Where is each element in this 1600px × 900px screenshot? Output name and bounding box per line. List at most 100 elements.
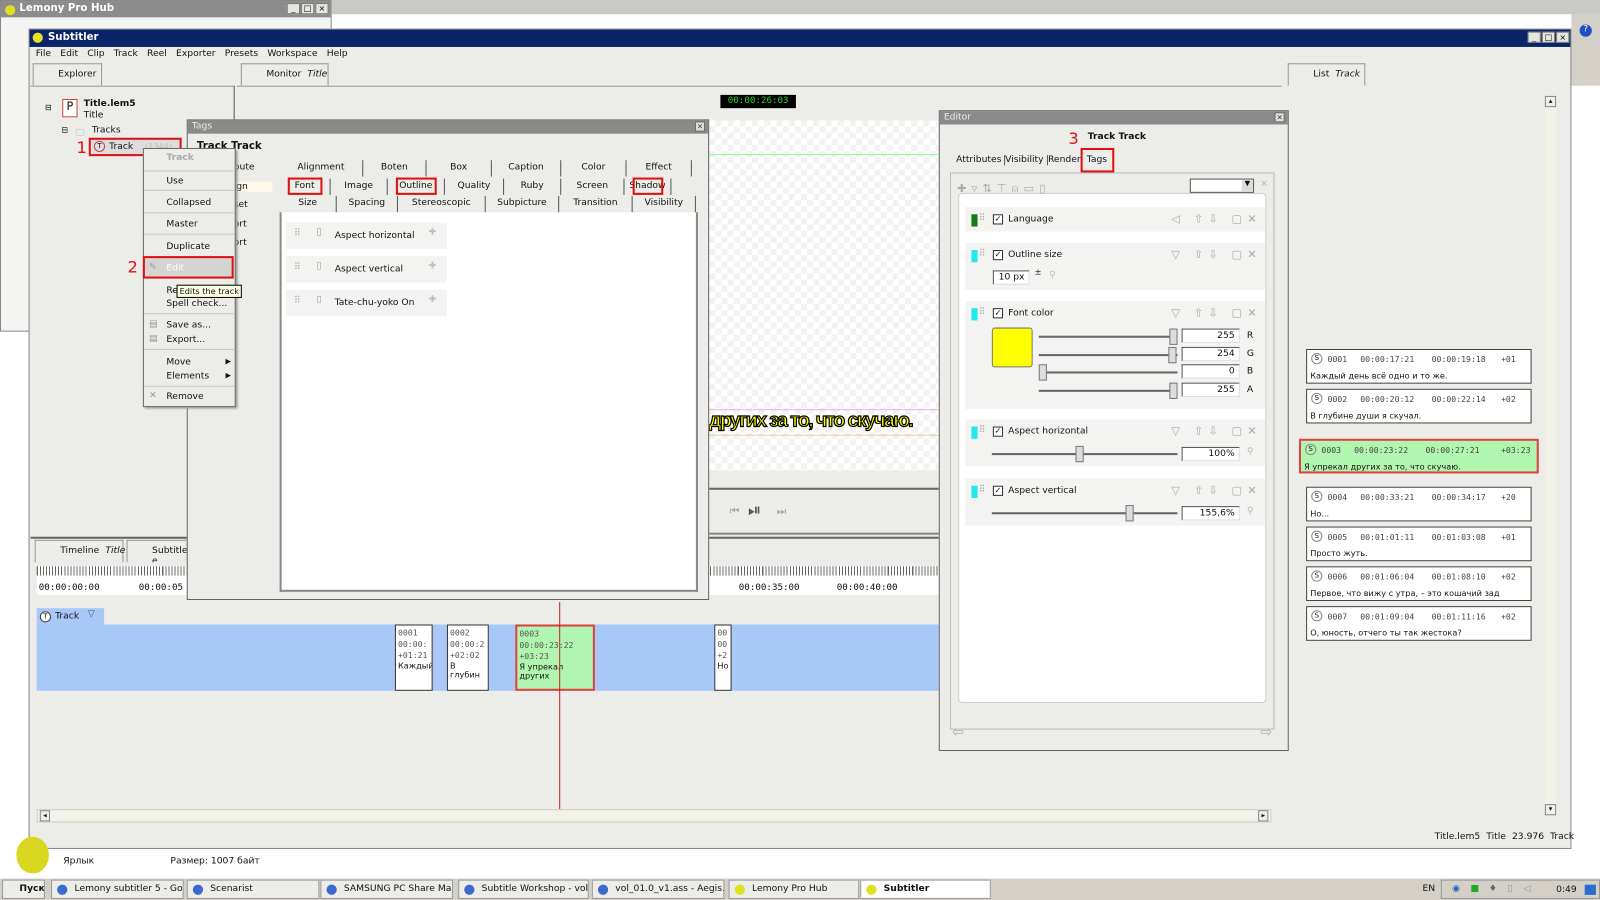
drag-handle-icon[interactable]: ⠿: [979, 307, 986, 317]
expand-icon[interactable]: ▽: [1171, 248, 1185, 261]
color-slider-b[interactable]: [1038, 364, 1178, 381]
tab-visibility[interactable]: Visibility: [1005, 155, 1048, 166]
vertical-scrollbar[interactable]: ▴ ▾: [1544, 95, 1557, 816]
timeline-clip[interactable]: 0001 00:00: +01:21 Каждый: [394, 624, 433, 691]
drag-handle-icon[interactable]: ⠿: [979, 213, 986, 223]
move-up-icon[interactable]: ⇧: [1194, 306, 1209, 319]
play-pause-icon[interactable]: ⏯: [748, 500, 761, 520]
stepper-icon[interactable]: ±: [1035, 267, 1042, 276]
close-button[interactable]: ×: [694, 121, 706, 132]
left-list-item[interactable]: set: [234, 200, 248, 210]
chevron-down-icon[interactable]: ▼: [1241, 179, 1254, 192]
minimize-button[interactable]: _: [1527, 31, 1541, 43]
menu-item-remove[interactable]: ✕ Remove: [144, 389, 234, 406]
menu-presets[interactable]: Presets: [225, 49, 258, 59]
move-up-icon[interactable]: ⇧: [1194, 212, 1209, 225]
taskbar-button[interactable]: SAMSUNG PC Share Man...: [320, 879, 454, 899]
tag-tab[interactable]: Screen: [561, 178, 625, 195]
subtitle-list-item[interactable]: S 0004 00:00:33:21 00:00:34:17 +20 Но...: [1306, 486, 1532, 522]
aspect-slider[interactable]: [991, 505, 1178, 522]
taskbar-button[interactable]: vol_01.0_v1.ass - Aegis...: [591, 879, 725, 899]
subtitle-list-item[interactable]: S 0006 00:01:06:04 00:01:08:10 +02 Перво…: [1306, 566, 1532, 602]
collapse-icon[interactable]: ⊟: [61, 126, 68, 135]
close-button[interactable]: ×: [1556, 31, 1570, 43]
subtitle-list-item[interactable]: S 0001 00:00:17:21 00:00:19:18 +01 Кажды…: [1306, 348, 1532, 384]
next-arrow-icon[interactable]: ⇨: [1260, 724, 1272, 740]
add-icon[interactable]: ✚: [429, 295, 437, 305]
previous-arrow-icon[interactable]: ⇦: [952, 724, 964, 740]
scroll-up-button[interactable]: ▴: [1544, 95, 1557, 108]
menu-item-spell-check[interactable]: Spell check...: [143, 297, 234, 315]
menu-item-export[interactable]: ▤ Export...: [143, 333, 234, 350]
move-down-icon[interactable]: ⇩: [1208, 212, 1223, 225]
color-slider-r[interactable]: [1038, 328, 1178, 345]
tag-enabled-checkbox[interactable]: ✓: [992, 426, 1004, 437]
tag-tab[interactable]: Transition: [559, 195, 633, 213]
tag-tab[interactable]: Ruby: [504, 178, 562, 195]
tag-tab[interactable]: Color: [561, 160, 627, 177]
copy-icon[interactable]: ▢: [1232, 212, 1248, 225]
drag-handle-icon[interactable]: ⠿: [979, 426, 986, 436]
tab-explorer[interactable]: Explorer: [32, 63, 103, 86]
tab-attributes[interactable]: Attributes: [956, 155, 1006, 166]
taskbar-button[interactable]: Scenarist: [186, 879, 320, 899]
video-preview[interactable]: других за то, что скучаю.: [709, 120, 939, 471]
user-icon[interactable]: ⍝: [1012, 182, 1024, 195]
tag-filter-dropdown[interactable]: ▼: [1189, 178, 1255, 193]
subtitle-list-item[interactable]: S 0005 00:01:01:11 00:01:03:08 +01 Прост…: [1306, 526, 1532, 562]
collapse-left-icon[interactable]: ◁: [1171, 212, 1185, 225]
tag-tab[interactable]: Stereoscopic: [398, 195, 486, 213]
maximize-button[interactable]: □: [1541, 31, 1556, 43]
project-name[interactable]: Title.lem5: [84, 99, 136, 109]
left-list-item[interactable]: ign: [233, 181, 273, 192]
minimize-button[interactable]: _: [286, 3, 300, 15]
menu-reel[interactable]: Reel: [147, 49, 167, 59]
expand-icon[interactable]: ▽: [1171, 484, 1185, 497]
slider-thumb[interactable]: [1038, 364, 1047, 381]
aspect-value-input[interactable]: 155,6%: [1181, 506, 1240, 521]
timeline-clip[interactable]: 00 00 +2 Но: [714, 624, 732, 691]
menu-item-elements[interactable]: Elements ▶: [143, 369, 234, 387]
clear-icon[interactable]: ✕: [1260, 180, 1268, 190]
copy-icon[interactable]: ▢: [1232, 484, 1248, 497]
close-button[interactable]: ×: [315, 3, 329, 15]
left-list-item[interactable]: bute: [234, 162, 255, 172]
delete-icon[interactable]: ▿: [972, 182, 983, 195]
usb-icon[interactable]: ♦: [1489, 884, 1497, 894]
page-icon[interactable]: ▯: [1039, 182, 1050, 195]
tag-enabled-checkbox[interactable]: ✓: [992, 249, 1004, 261]
move-up-icon[interactable]: ⇧: [1194, 248, 1209, 261]
add-icon[interactable]: ✚: [429, 261, 437, 271]
collapse-icon[interactable]: ⊟: [45, 103, 52, 112]
remove-icon[interactable]: ✕: [1247, 212, 1262, 225]
tag-item[interactable]: ⠿ ▯ Aspect vertical ✚: [285, 256, 447, 283]
slider-thumb[interactable]: [1169, 382, 1178, 399]
track-header[interactable]: T Track ▽: [36, 608, 105, 626]
menu-file[interactable]: File: [36, 49, 51, 59]
drag-handle-icon[interactable]: ⠿: [294, 229, 301, 239]
drag-handle-icon[interactable]: ⠿: [294, 262, 301, 272]
move-up-icon[interactable]: ⇧: [1194, 484, 1209, 497]
skip-forward-icon[interactable]: ⏭: [777, 504, 787, 518]
slider-thumb[interactable]: [1124, 505, 1134, 522]
tag-tab[interactable]: Boten: [363, 160, 427, 177]
tag-tab[interactable]: Spacing: [337, 195, 398, 213]
tag-tab[interactable]: Box: [427, 160, 492, 177]
taskbar-button[interactable]: Lemony Pro Hub: [728, 879, 860, 899]
move-down-icon[interactable]: ⇩: [1208, 248, 1223, 261]
add-icon[interactable]: ✚: [957, 182, 972, 195]
link-icon[interactable]: ⚲: [1247, 506, 1254, 516]
remove-icon[interactable]: ✕: [1247, 484, 1262, 497]
taskbar-button[interactable]: Lemony subtitler 5 - Goo...: [51, 879, 184, 899]
remove-icon[interactable]: ✕: [1247, 248, 1262, 261]
taskbar-button[interactable]: Subtitle Workshop - vol_...: [458, 879, 589, 899]
add-icon[interactable]: ✚: [429, 228, 437, 238]
tag-enabled-checkbox[interactable]: ✓: [992, 485, 1004, 496]
color-value-b[interactable]: 0: [1181, 364, 1240, 379]
start-button[interactable]: Пуск: [2, 879, 45, 899]
move-up-icon[interactable]: ⇧: [1194, 424, 1209, 437]
tag-enabled-checkbox[interactable]: ✓: [992, 308, 1004, 319]
slider-thumb[interactable]: [1168, 346, 1178, 363]
menu-item-master[interactable]: Master: [143, 214, 234, 235]
subtitle-list-item-selected[interactable]: S 0003 00:00:23:22 00:00:27:21 +03:23 Я …: [1298, 438, 1539, 474]
